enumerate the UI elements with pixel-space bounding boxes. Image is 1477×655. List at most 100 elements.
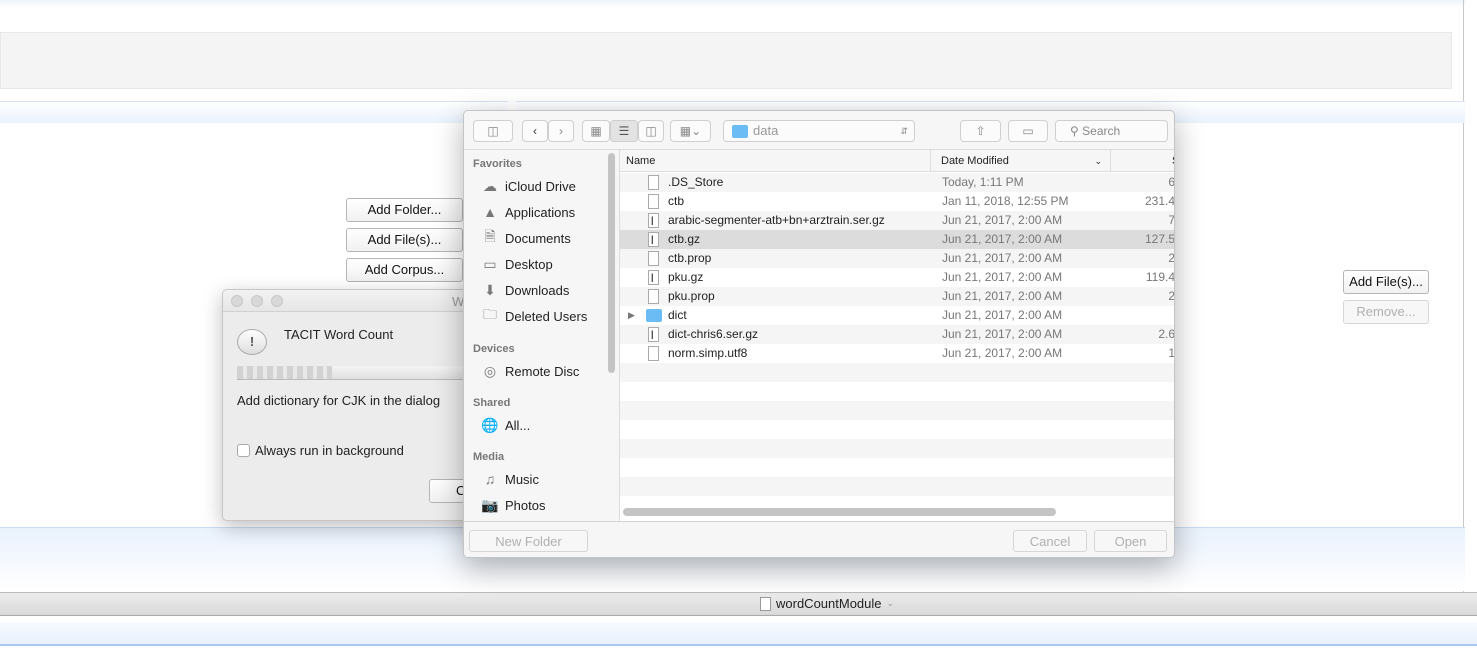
add-corpus-button[interactable]: Add Corpus...	[346, 258, 463, 282]
file-size: 119.4	[1145, 270, 1175, 284]
sidebar-item-label: Music	[505, 471, 539, 487]
sidebar-item[interactable]: ▲ Applications	[481, 202, 575, 222]
document-icon	[648, 251, 659, 266]
checkbox-label: Always run in background	[255, 443, 404, 458]
file-name: pku.gz	[668, 270, 704, 284]
disclosure-triangle-icon[interactable]: ▶	[628, 306, 635, 325]
title-bar: W	[223, 290, 481, 312]
tag-button[interactable]: ▭	[1008, 120, 1048, 142]
column-header-size[interactable]: S	[1111, 150, 1174, 172]
sidebar-item[interactable]: 🗎 Documents	[481, 228, 570, 248]
open-button[interactable]: Open	[1094, 530, 1167, 552]
sidebar-item[interactable]: 📷 Photos	[481, 495, 545, 515]
archive-icon: |	[648, 270, 659, 285]
sidebar-item-label: All...	[505, 417, 531, 433]
file-size: 2	[1168, 251, 1175, 265]
folder-icon	[646, 309, 662, 322]
sidebar: Favorites ☁ iCloud Drive ▲ Applications 🗎 Docu…	[464, 149, 619, 521]
file-row[interactable]: norm.simp.utf8 Jun 21, 2017, 2:00 AM 1	[620, 344, 1174, 363]
file-row[interactable]: .DS_Store Today, 1:11 PM 6	[620, 173, 1175, 192]
applications-icon: ▲	[483, 204, 497, 220]
list-view-button[interactable]: ☰	[610, 120, 638, 142]
sidebar-item-label: Photos	[505, 497, 546, 513]
file-row[interactable]: | arabic-segmenter-atb+bn+arztrain.ser.gz…	[620, 211, 1174, 230]
file-name: .DS_Store	[668, 175, 724, 189]
arrange-button[interactable]: ▦⌄	[670, 120, 711, 142]
share-button[interactable]: ⇧	[960, 120, 1001, 142]
file-row[interactable]: ctb Jan 11, 2018, 12:55 PM 231.4	[620, 192, 1175, 211]
remove-button[interactable]: Remove...	[1343, 300, 1429, 324]
status-bar: wordCountModule ⌄	[0, 592, 1477, 616]
sidebar-item[interactable]: ⬇ Downloads	[481, 280, 569, 300]
empty-row	[620, 477, 1174, 496]
file-size: 2.6	[1158, 327, 1175, 341]
chevron-down-icon: ⌄	[886, 598, 895, 608]
minimize-button[interactable]	[251, 295, 263, 307]
icon-view-button[interactable]: ▦	[582, 120, 610, 142]
lower-panel	[0, 622, 1477, 646]
sidebar-item[interactable]: 🗀 Deleted Users	[481, 306, 587, 326]
tab-strip-left	[0, 101, 508, 123]
date-header-label: Date Modified	[941, 155, 1009, 167]
file-row[interactable]: | pku.gz Jun 21, 2017, 2:00 AM 119.4	[620, 268, 1175, 287]
file-name: ctb.prop	[668, 251, 712, 265]
empty-row	[620, 420, 1174, 439]
search-icon: ⚲	[1070, 124, 1079, 138]
column-header-date[interactable]: Date Modified ⌄	[931, 150, 1111, 172]
sidebar-item[interactable]: ▭ Desktop	[481, 254, 552, 274]
progress-dialog: W ! TACIT Word Count Add dictionary for …	[222, 289, 482, 521]
sidebar-item[interactable]: 🌐 All...	[481, 415, 530, 435]
document-icon	[648, 346, 659, 361]
sidebar-section-header: Media	[473, 451, 505, 463]
sidebar-section-header: Devices	[473, 343, 515, 355]
file-name: dict	[668, 308, 687, 322]
sidebar-item[interactable]: ♫ Music	[481, 469, 539, 489]
sidebar-item-label: Applications	[505, 204, 576, 220]
column-view-button[interactable]: ◫	[638, 120, 664, 142]
file-row[interactable]: pku.prop Jun 21, 2017, 2:00 AM 2	[620, 287, 1174, 306]
file-row[interactable]: | dict-chris6.ser.gz Jun 21, 2017, 2:00 AM…	[620, 325, 1175, 344]
document-icon	[648, 175, 659, 190]
downloads-icon: ⬇	[484, 281, 496, 298]
module-name: wordCountModule	[776, 596, 882, 611]
file-row[interactable]: | ctb.gz Jun 21, 2017, 2:00 AM 127.5	[620, 230, 1175, 249]
file-size: 6	[1168, 175, 1175, 189]
background-checkbox[interactable]: Always run in background	[237, 443, 404, 458]
file-row[interactable]: ▶ dict Jun 21, 2017, 2:00 AM	[620, 306, 1174, 325]
add-folder-button[interactable]: Add Folder...	[346, 198, 463, 222]
cancel-button[interactable]: Cancel	[1013, 530, 1087, 552]
sort-chevron-icon: ⌄	[1094, 156, 1102, 166]
file-row[interactable]: ctb.prop Jun 21, 2017, 2:00 AM 2	[620, 249, 1175, 268]
back-button[interactable]: ‹	[522, 120, 548, 142]
empty-row	[620, 401, 1174, 420]
column-header-name[interactable]: Name	[620, 150, 931, 172]
sidebar-item[interactable]: ☁ iCloud Drive	[481, 176, 576, 196]
archive-icon: |	[648, 327, 659, 342]
location-popup[interactable]: data ⇵	[723, 120, 915, 142]
forward-button[interactable]: ›	[548, 120, 574, 142]
file-name: ctb.gz	[668, 232, 701, 246]
archive-icon: |	[648, 213, 659, 228]
file-date: Jan 11, 2018, 12:55 PM	[942, 194, 1069, 208]
document-icon	[648, 194, 659, 209]
file-name: ctb	[668, 194, 685, 208]
search-input[interactable]: ⚲ Search	[1055, 120, 1168, 142]
add-files-button-right[interactable]: Add File(s)...	[1343, 270, 1429, 294]
module-selector[interactable]: wordCountModule ⌄	[760, 596, 894, 611]
progress-bar	[237, 366, 481, 380]
zoom-button[interactable]	[271, 295, 283, 307]
sidebar-toggle-button[interactable]: ◫	[473, 120, 513, 142]
file-size: 127.5	[1144, 232, 1175, 246]
horizontal-scrollbar[interactable]	[623, 508, 1056, 516]
close-button[interactable]	[231, 295, 243, 307]
checkbox[interactable]	[237, 444, 250, 457]
sidebar-scrollbar[interactable]	[608, 153, 615, 373]
add-files-button[interactable]: Add File(s)...	[346, 228, 463, 252]
dialog-footer: New Folder Cancel Open	[464, 521, 1174, 557]
file-size: 231.4	[1144, 194, 1175, 208]
search-placeholder: Search	[1082, 124, 1121, 138]
new-folder-button[interactable]: New Folder	[469, 530, 588, 552]
sidebar-item[interactable]: ◎ Remote Disc	[481, 361, 580, 381]
file-date: Jun 21, 2017, 2:00 AM	[942, 346, 1063, 360]
file-date: Jun 21, 2017, 2:00 AM	[942, 308, 1063, 322]
